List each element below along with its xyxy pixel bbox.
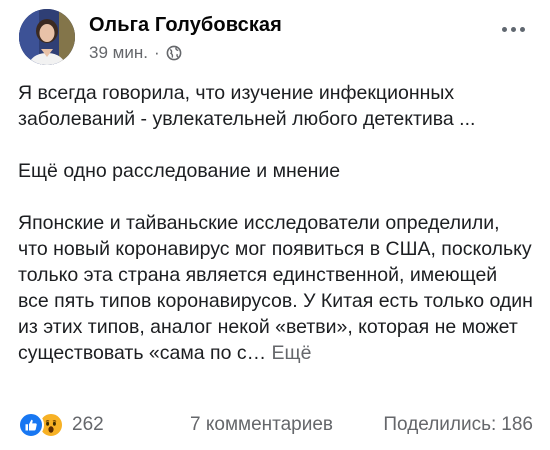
reactions-count: 262: [72, 414, 104, 435]
post-text: Я всегда говорила, что изучение инфекцио…: [18, 80, 533, 366]
author-name[interactable]: Ольга Голубовская: [89, 14, 282, 37]
dot: [520, 26, 525, 32]
post-paragraph-last: Японские и тайваньские исследователи опр…: [18, 210, 533, 366]
post-paragraph: Ещё одно расследование и мнение: [18, 160, 341, 182]
like-reaction-icon: [18, 412, 44, 438]
more-options-icon[interactable]: [502, 22, 532, 36]
post-paragraph: Я всегда говорила, что изучение инфекцио…: [18, 82, 476, 130]
comments-count-link[interactable]: 7 комментариев: [190, 414, 333, 436]
shares-count: 186: [501, 414, 533, 435]
avatar-photo: [19, 9, 75, 65]
reactions-summary[interactable]: 262: [18, 412, 104, 438]
see-more-link[interactable]: Ещё: [272, 342, 312, 364]
facebook-post: Ольга Голубовская 39 мин. · Я всегда гов…: [0, 0, 550, 450]
shares-label: Поделились:: [383, 414, 497, 435]
meta-separator: ·: [153, 43, 160, 62]
dot: [502, 26, 507, 32]
post-time[interactable]: 39 мин.: [89, 43, 148, 63]
globe-icon[interactable]: [166, 45, 182, 61]
dot: [511, 26, 516, 32]
post-footer: 262 7 комментариев Поделились: 186: [18, 410, 533, 440]
post-meta: 39 мин. ·: [89, 43, 182, 63]
author-avatar[interactable]: [19, 9, 75, 65]
shares-count-link[interactable]: Поделились: 186: [383, 414, 533, 436]
